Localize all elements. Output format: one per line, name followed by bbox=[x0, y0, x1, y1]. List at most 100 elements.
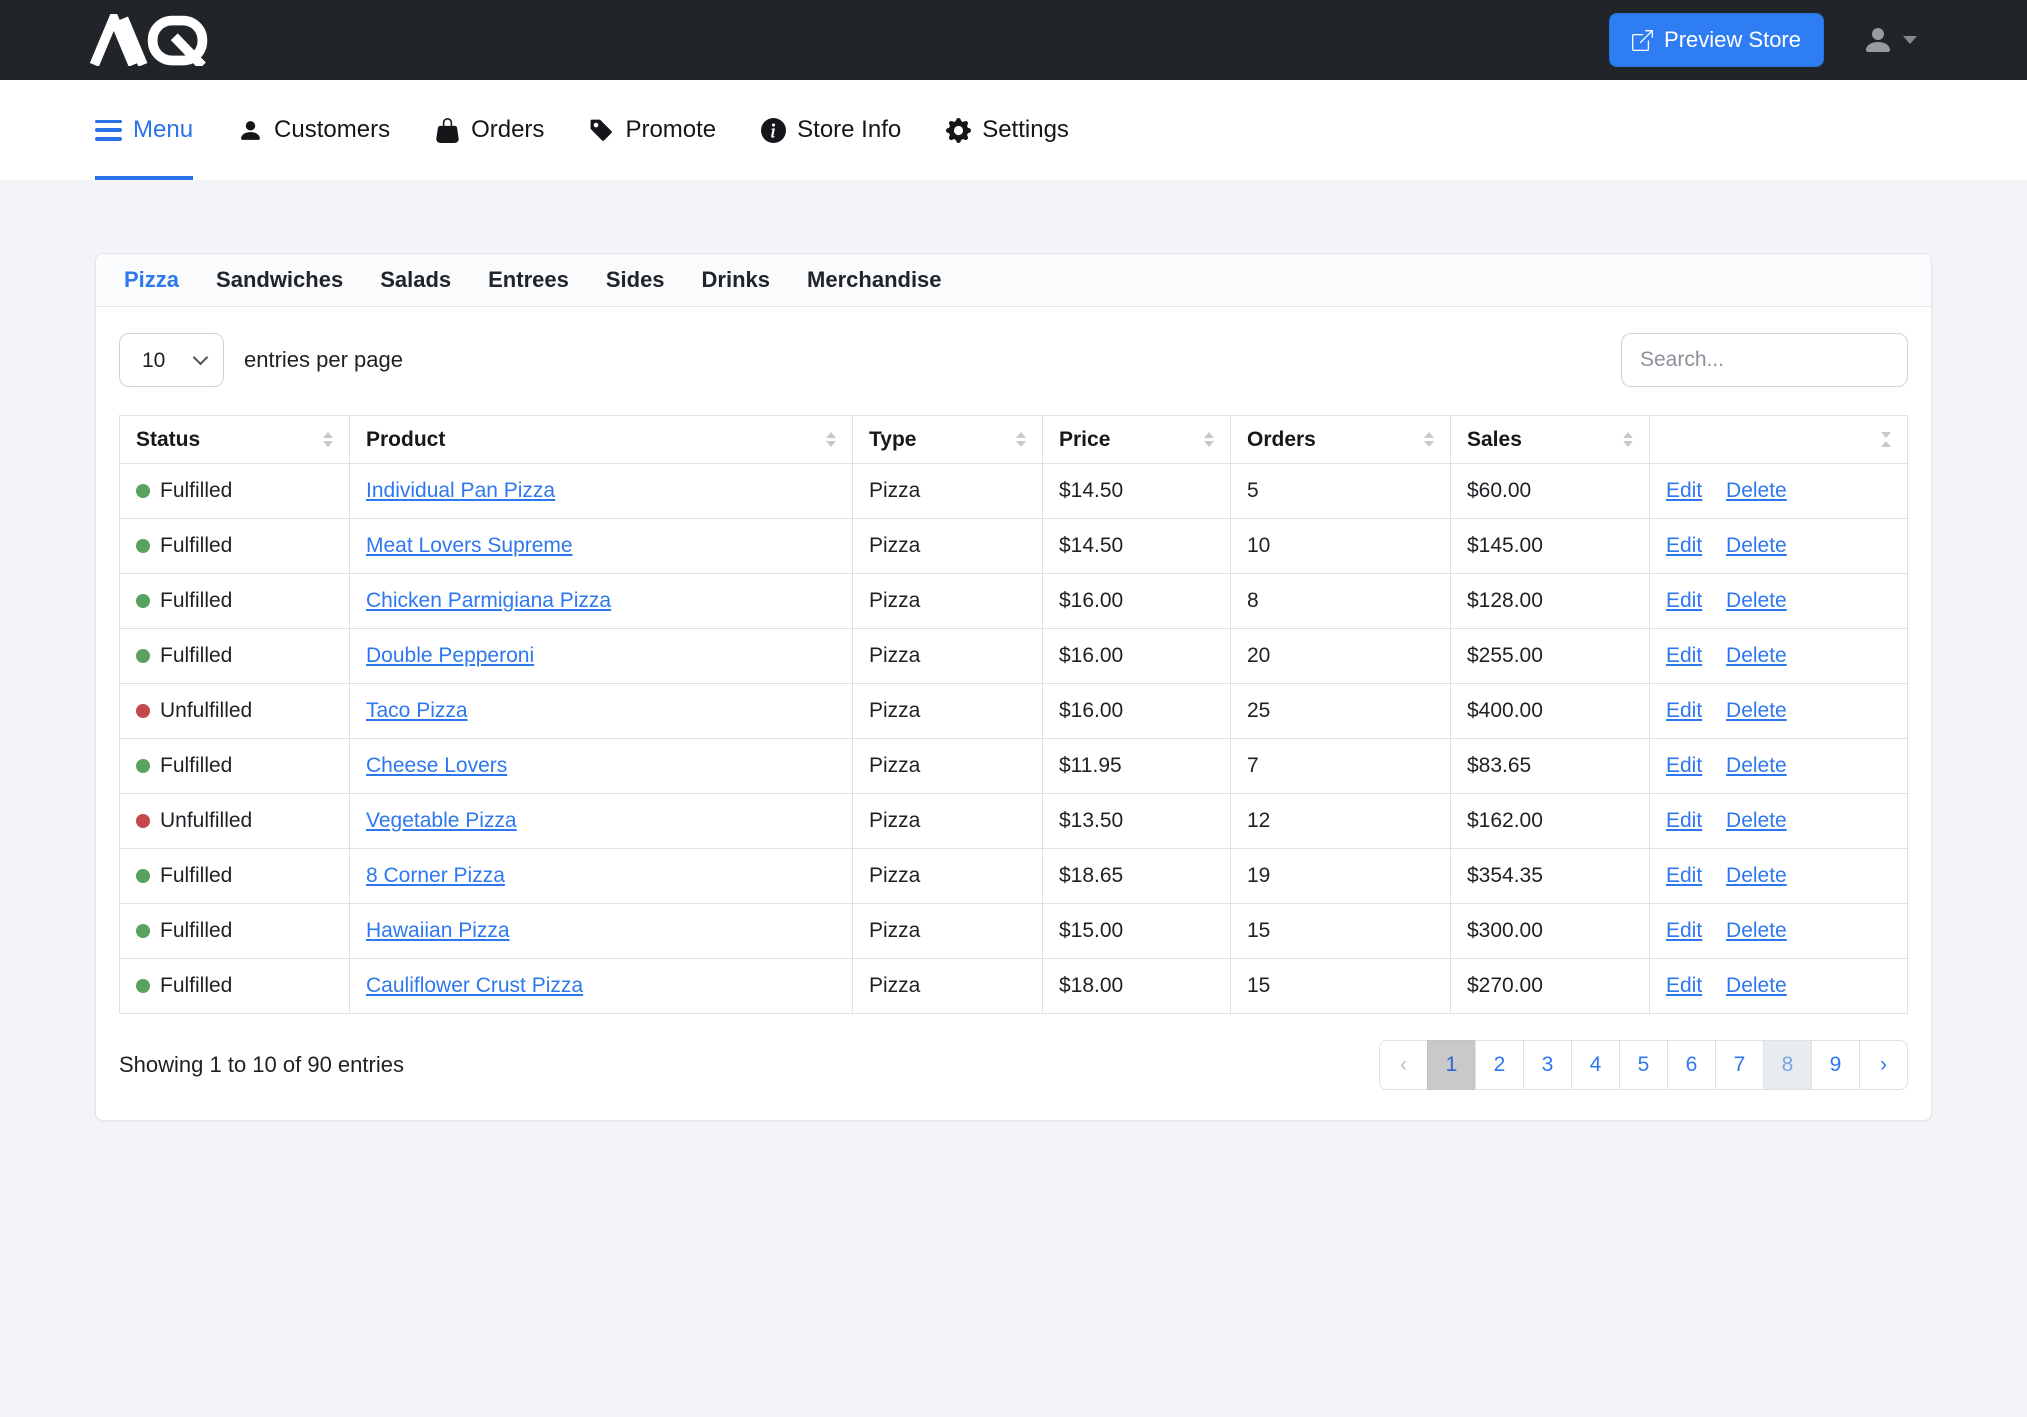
table-body: Fulfilled Individual Pan Pizza Pizza $14… bbox=[120, 464, 1908, 1014]
column-header-orders[interactable]: Orders bbox=[1231, 416, 1451, 464]
nav-item-promote[interactable]: Promote bbox=[589, 80, 716, 180]
bag-icon bbox=[435, 118, 460, 143]
delete-link[interactable]: Delete bbox=[1726, 919, 1787, 942]
status-label: Fulfilled bbox=[160, 974, 232, 998]
column-header-label: Product bbox=[366, 428, 445, 452]
pagination-page[interactable]: 5 bbox=[1619, 1040, 1668, 1090]
nav-item-orders[interactable]: Orders bbox=[435, 80, 544, 180]
type-cell: Pizza bbox=[853, 849, 1043, 904]
orders-cell: 5 bbox=[1231, 464, 1451, 519]
preview-store-button[interactable]: Preview Store bbox=[1609, 13, 1824, 67]
sales-cell: $162.00 bbox=[1451, 794, 1650, 849]
status-dot bbox=[136, 979, 150, 993]
table-footer: Showing 1 to 10 of 90 entries ‹ 1 2 3 4 bbox=[119, 1040, 1908, 1090]
tab-pizza[interactable]: Pizza bbox=[124, 267, 179, 293]
pagination-page[interactable]: 3 bbox=[1523, 1040, 1572, 1090]
pagination-prev[interactable]: ‹ bbox=[1379, 1040, 1428, 1090]
user-menu[interactable] bbox=[1862, 24, 1917, 56]
sort-icon bbox=[826, 432, 836, 447]
sales-cell: $354.35 bbox=[1451, 849, 1650, 904]
info-circle-icon bbox=[761, 118, 786, 143]
tab-merchandise[interactable]: Merchandise bbox=[807, 267, 942, 293]
delete-link[interactable]: Delete bbox=[1726, 589, 1787, 612]
product-link[interactable]: Vegetable Pizza bbox=[366, 809, 517, 832]
pagination-page[interactable]: 6 bbox=[1667, 1040, 1716, 1090]
type-cell: Pizza bbox=[853, 629, 1043, 684]
product-link[interactable]: Chicken Parmigiana Pizza bbox=[366, 589, 611, 612]
price-cell: $18.65 bbox=[1043, 849, 1231, 904]
edit-link[interactable]: Edit bbox=[1666, 974, 1702, 997]
pagination: ‹ 1 2 3 4 5 6 bbox=[1379, 1040, 1908, 1090]
page-size-select[interactable]: 10 bbox=[119, 333, 224, 387]
delete-link[interactable]: Delete bbox=[1726, 864, 1787, 887]
edit-link[interactable]: Edit bbox=[1666, 534, 1702, 557]
edit-link[interactable]: Edit bbox=[1666, 754, 1702, 777]
delete-link[interactable]: Delete bbox=[1726, 534, 1787, 557]
table-controls: 10 entries per page bbox=[119, 333, 1908, 387]
edit-link[interactable]: Edit bbox=[1666, 864, 1702, 887]
tab-drinks[interactable]: Drinks bbox=[702, 267, 770, 293]
status-label: Unfulfilled bbox=[160, 809, 252, 833]
search-input[interactable] bbox=[1621, 333, 1908, 387]
delete-link[interactable]: Delete bbox=[1726, 479, 1787, 502]
nav-item-store-info[interactable]: Store Info bbox=[761, 80, 901, 180]
price-cell: $14.50 bbox=[1043, 519, 1231, 574]
nav-item-menu[interactable]: Menu bbox=[95, 80, 193, 180]
column-header-status[interactable]: Status bbox=[120, 416, 350, 464]
tab-salads[interactable]: Salads bbox=[380, 267, 451, 293]
orders-cell: 8 bbox=[1231, 574, 1451, 629]
pagination-page[interactable]: 1 bbox=[1427, 1040, 1476, 1090]
product-link[interactable]: Double Pepperoni bbox=[366, 644, 534, 667]
pagination-next[interactable]: › bbox=[1859, 1040, 1908, 1090]
edit-link[interactable]: Edit bbox=[1666, 589, 1702, 612]
delete-link[interactable]: Delete bbox=[1726, 644, 1787, 667]
pagination-page[interactable]: 4 bbox=[1571, 1040, 1620, 1090]
pagination-page[interactable]: 7 bbox=[1715, 1040, 1764, 1090]
column-header-actions[interactable] bbox=[1650, 416, 1908, 464]
sales-cell: $270.00 bbox=[1451, 959, 1650, 1014]
sales-cell: $300.00 bbox=[1451, 904, 1650, 959]
entries-per-page-label: entries per page bbox=[244, 347, 403, 373]
column-header-price[interactable]: Price bbox=[1043, 416, 1231, 464]
delete-link[interactable]: Delete bbox=[1726, 809, 1787, 832]
nav-item-settings[interactable]: Settings bbox=[946, 80, 1069, 180]
edit-link[interactable]: Edit bbox=[1666, 699, 1702, 722]
column-header-product[interactable]: Product bbox=[350, 416, 853, 464]
orders-cell: 20 bbox=[1231, 629, 1451, 684]
tab-entrees[interactable]: Entrees bbox=[488, 267, 569, 293]
price-cell: $14.50 bbox=[1043, 464, 1231, 519]
column-header-sales[interactable]: Sales bbox=[1451, 416, 1650, 464]
delete-link[interactable]: Delete bbox=[1726, 699, 1787, 722]
status-dot bbox=[136, 759, 150, 773]
edit-link[interactable]: Edit bbox=[1666, 644, 1702, 667]
tab-sides[interactable]: Sides bbox=[606, 267, 665, 293]
edit-link[interactable]: Edit bbox=[1666, 809, 1702, 832]
delete-link[interactable]: Delete bbox=[1726, 974, 1787, 997]
product-link[interactable]: 8 Corner Pizza bbox=[366, 864, 505, 887]
page-size-select-wrap: 10 bbox=[119, 333, 224, 387]
person-icon bbox=[238, 118, 263, 143]
product-link[interactable]: Hawaiian Pizza bbox=[366, 919, 510, 942]
edit-link[interactable]: Edit bbox=[1666, 479, 1702, 502]
column-header-type[interactable]: Type bbox=[853, 416, 1043, 464]
price-cell: $16.00 bbox=[1043, 629, 1231, 684]
product-link[interactable]: Cheese Lovers bbox=[366, 754, 507, 777]
product-link[interactable]: Taco Pizza bbox=[366, 699, 468, 722]
product-link[interactable]: Individual Pan Pizza bbox=[366, 479, 555, 502]
status-dot bbox=[136, 704, 150, 718]
delete-link[interactable]: Delete bbox=[1726, 754, 1787, 777]
pagination-page[interactable]: 9 bbox=[1811, 1040, 1860, 1090]
status-dot bbox=[136, 869, 150, 883]
nav-item-customers[interactable]: Customers bbox=[238, 80, 390, 180]
status-label: Fulfilled bbox=[160, 479, 232, 503]
product-link[interactable]: Cauliflower Crust Pizza bbox=[366, 974, 583, 997]
tab-sandwiches[interactable]: Sandwiches bbox=[216, 267, 343, 293]
type-cell: Pizza bbox=[853, 739, 1043, 794]
type-cell: Pizza bbox=[853, 794, 1043, 849]
product-link[interactable]: Meat Lovers Supreme bbox=[366, 534, 573, 557]
pagination-page[interactable]: 2 bbox=[1475, 1040, 1524, 1090]
nav-item-label: Store Info bbox=[797, 116, 901, 144]
nav-item-label: Promote bbox=[625, 116, 716, 144]
pagination-page[interactable]: 8 bbox=[1763, 1040, 1812, 1090]
edit-link[interactable]: Edit bbox=[1666, 919, 1702, 942]
